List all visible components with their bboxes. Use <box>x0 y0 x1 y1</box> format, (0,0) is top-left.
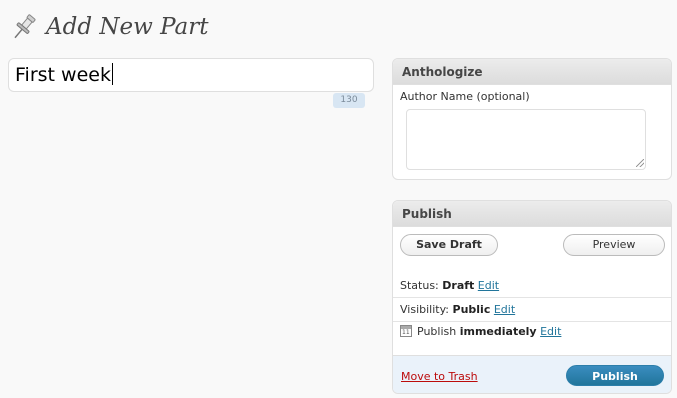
resize-grip-icon[interactable] <box>636 159 644 167</box>
schedule-edit-link[interactable]: Edit <box>540 325 561 338</box>
pushpin-icon <box>14 14 36 39</box>
anthologize-box-title[interactable]: Anthologize <box>393 59 671 85</box>
visibility-value: Public <box>452 302 491 316</box>
calendar-icon <box>400 325 412 337</box>
visibility-label: Visibility: <box>400 302 450 316</box>
visibility-edit-link[interactable]: Edit <box>494 303 515 317</box>
status-row: Status: Draft Edit <box>393 274 671 298</box>
author-name-label: Author Name (optional) <box>400 90 530 103</box>
move-to-trash-link[interactable]: Move to Trash <box>401 370 478 383</box>
anthologize-box: Anthologize Author Name (optional) <box>392 58 672 180</box>
status-edit-link[interactable]: Edit <box>478 279 499 293</box>
publish-button[interactable]: Publish <box>566 365 664 386</box>
schedule-label: Publish <box>417 324 457 338</box>
status-label: Status: <box>400 278 439 292</box>
status-value: Draft <box>442 278 475 292</box>
page-header: Add New Part <box>8 10 209 44</box>
schedule-value: immediately <box>459 324 537 338</box>
publish-box-title[interactable]: Publish <box>393 201 671 227</box>
title-input-value: First week <box>15 64 111 86</box>
text-caret <box>111 63 113 85</box>
schedule-row: Publish immediately Edit <box>393 319 671 343</box>
author-name-textarea[interactable] <box>406 109 646 170</box>
publish-box: Publish Save Draft Preview Status: Draft… <box>392 200 672 394</box>
preview-button[interactable]: Preview <box>563 234 665 256</box>
title-input[interactable]: First week <box>8 58 374 92</box>
major-publishing-actions: Move to Trash Publish <box>393 355 671 393</box>
word-count-badge: 130 <box>333 93 365 108</box>
page-title: Add New Part <box>46 14 209 40</box>
save-draft-button[interactable]: Save Draft <box>400 234 498 256</box>
